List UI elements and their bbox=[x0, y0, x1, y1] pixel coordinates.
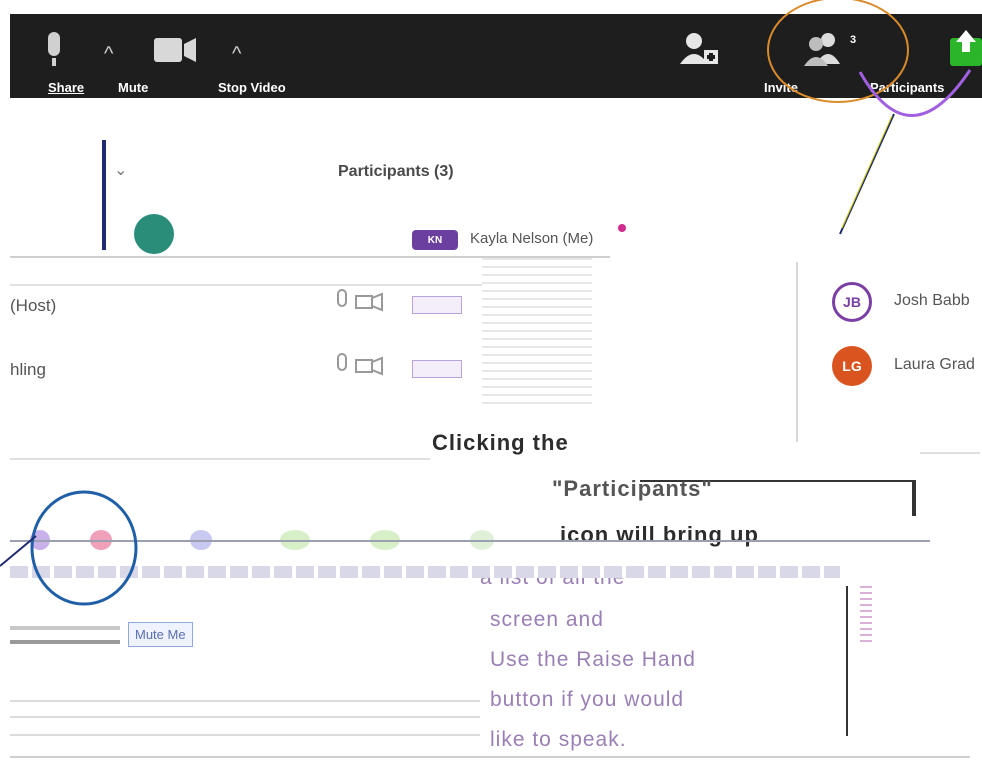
scroll-indicator bbox=[860, 586, 872, 646]
avatar bbox=[134, 214, 174, 254]
annotation-circle bbox=[0, 490, 138, 606]
callout-line-1: Clicking the bbox=[432, 430, 569, 455]
microphone-icon[interactable] bbox=[334, 352, 390, 382]
participants-panel-title: Participants (3) bbox=[338, 163, 454, 180]
callout-line-7: button if you would bbox=[490, 688, 685, 711]
share-label[interactable]: Share bbox=[48, 80, 84, 95]
callout-line-5: screen and bbox=[490, 608, 604, 631]
callout-line-3: icon will bring up bbox=[560, 522, 759, 547]
divider bbox=[10, 716, 480, 718]
annotation-tick bbox=[912, 480, 916, 516]
host-label: (Host) bbox=[10, 296, 57, 315]
panel-divider bbox=[796, 262, 798, 442]
mute-me-button[interactable]: Mute Me bbox=[128, 622, 193, 647]
divider bbox=[10, 700, 480, 702]
avatar-josh: JB bbox=[832, 282, 872, 322]
more-button[interactable] bbox=[412, 360, 462, 378]
chevron-up-icon[interactable]: ^ bbox=[104, 44, 113, 64]
mute-label[interactable]: Mute bbox=[118, 80, 148, 95]
annotation-arrow bbox=[839, 113, 895, 235]
more-button[interactable] bbox=[412, 296, 462, 314]
annotation-line-vertical bbox=[102, 140, 106, 250]
microphone-icon[interactable] bbox=[44, 32, 64, 68]
invite-icon[interactable] bbox=[680, 32, 722, 66]
divider bbox=[10, 734, 480, 736]
divider bbox=[10, 540, 930, 542]
chevron-down-icon[interactable]: ⌄ bbox=[114, 160, 127, 180]
participant-name-josh: Josh Babb bbox=[894, 292, 970, 309]
annotation-line bbox=[846, 586, 848, 736]
participant-name-kayla: Kayla Nelson (Me) bbox=[470, 230, 594, 247]
divider bbox=[10, 458, 430, 460]
participant-name-laura: Laura Grad bbox=[894, 356, 975, 373]
divider bbox=[10, 756, 970, 758]
microphone-icon[interactable] bbox=[334, 288, 390, 318]
status-dot bbox=[618, 224, 626, 232]
divider bbox=[920, 452, 980, 454]
callout-line-8: like to speak. bbox=[490, 728, 627, 751]
participant-list-overlay bbox=[482, 258, 592, 410]
callout-line-6: Use the Raise Hand bbox=[490, 648, 696, 671]
camera-icon[interactable] bbox=[154, 38, 198, 64]
stop-video-label[interactable]: Stop Video bbox=[218, 80, 286, 95]
chevron-up-icon[interactable]: ^ bbox=[232, 44, 241, 64]
callout-line-2: "Participants" bbox=[552, 476, 713, 501]
divider bbox=[10, 640, 120, 644]
participant-name-fragment: hling bbox=[10, 360, 46, 379]
avatar-laura: LG bbox=[832, 346, 872, 386]
divider bbox=[10, 284, 520, 286]
avatar-kayla: KN bbox=[412, 230, 458, 250]
divider bbox=[10, 626, 120, 630]
